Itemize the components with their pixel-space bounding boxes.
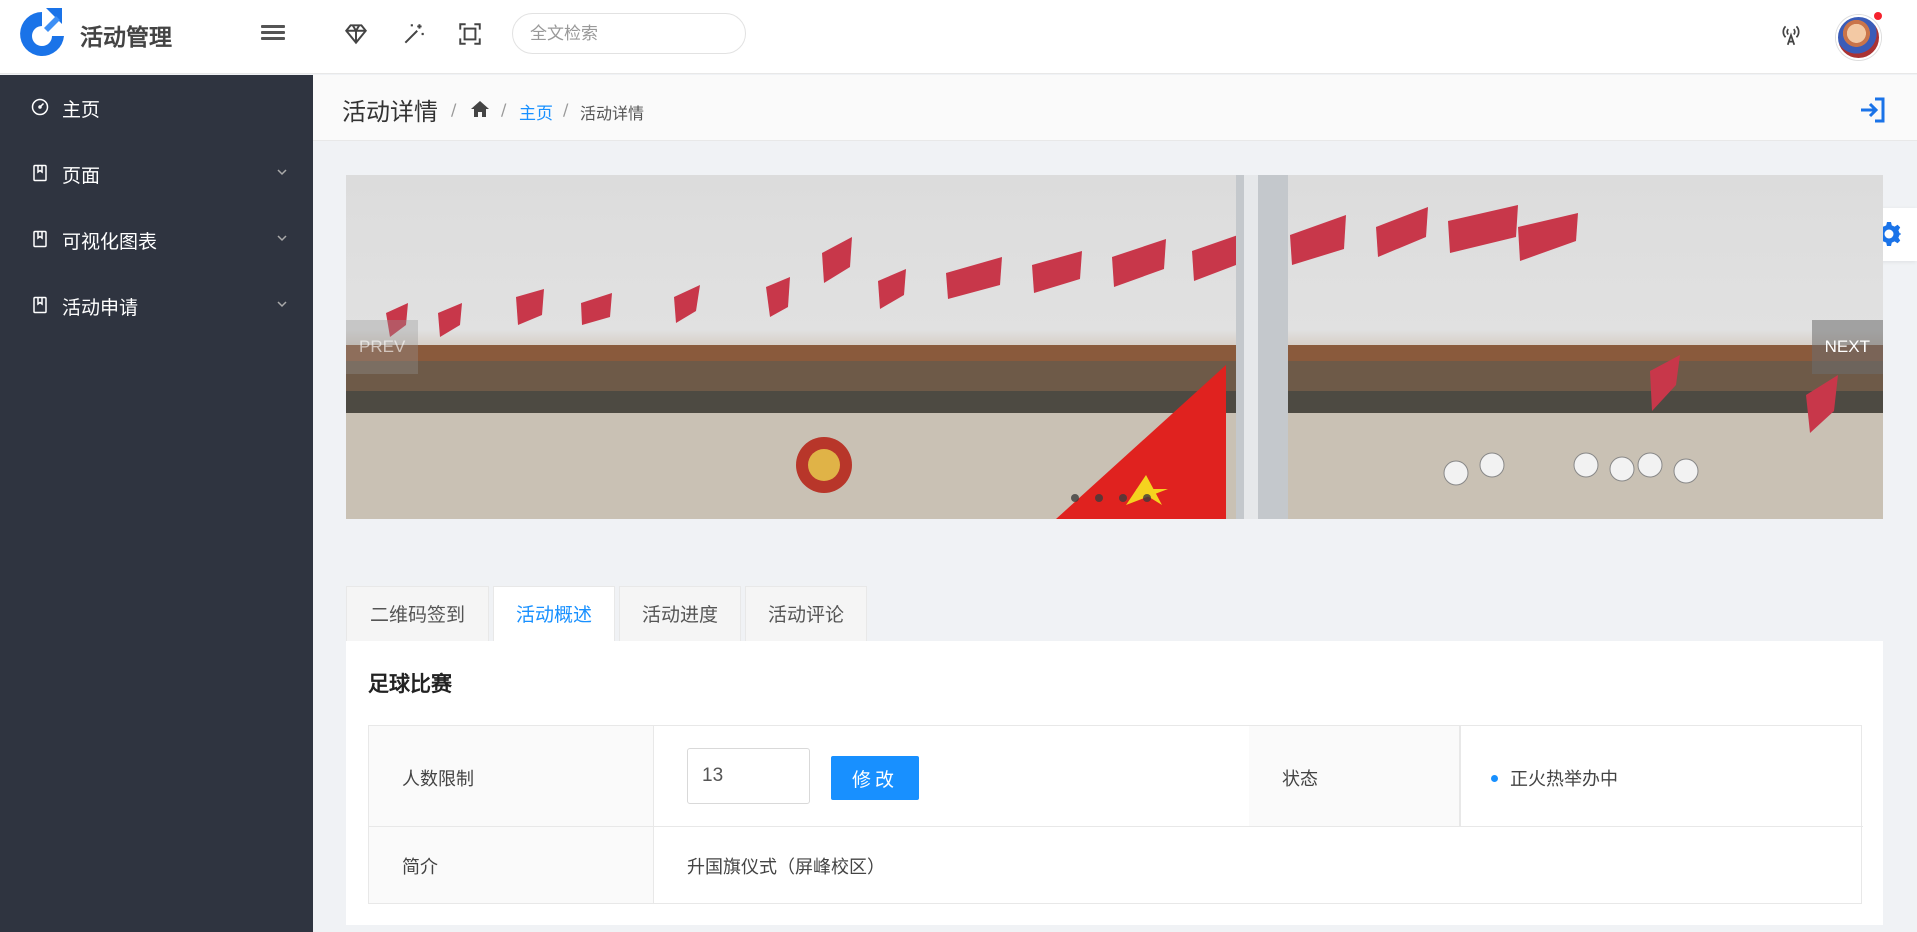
carousel-dot[interactable] — [1143, 494, 1151, 502]
notification-badge — [1874, 12, 1882, 20]
status-indicator-dot — [1491, 775, 1498, 782]
status-label: 状态 — [1282, 769, 1318, 790]
sidebar-item-charts[interactable]: 可视化图表 — [0, 207, 313, 273]
sidebar-item-label: 可视化图表 — [62, 231, 158, 253]
book-icon — [33, 230, 47, 248]
tab-comments[interactable]: 活动评论 — [745, 586, 867, 642]
broadcast-icon[interactable] — [1778, 21, 1804, 47]
breadcrumb-separator: / — [451, 100, 457, 119]
image-carousel: PREV NEXT — [346, 175, 1883, 519]
modify-button[interactable]: 修改 — [831, 756, 919, 800]
breadcrumb-home-link[interactable]: 主页 — [519, 99, 553, 124]
book-icon — [33, 164, 47, 182]
tab-progress[interactable]: 活动进度 — [619, 586, 741, 642]
app-logo-icon — [20, 8, 64, 56]
chevron-down-icon — [277, 235, 287, 242]
breadcrumb-separator: / — [563, 100, 569, 119]
column-divider — [1460, 726, 1461, 826]
top-header: 活动管理 — [0, 0, 1917, 74]
fullscreen-icon[interactable] — [457, 21, 483, 47]
breadcrumb: 活动详情 / / 主页 / 活动详情 — [313, 75, 1917, 141]
user-avatar[interactable] — [1836, 15, 1881, 60]
sign-in-icon[interactable] — [1858, 95, 1888, 125]
limit-input[interactable] — [687, 748, 810, 804]
carousel-indicators — [1071, 487, 1167, 506]
limit-label: 人数限制 — [402, 769, 474, 790]
label-column-bg — [1249, 726, 1460, 826]
sidebar: 主页 页面 可视化图表 活动申请 — [0, 75, 313, 932]
chevron-down-icon — [277, 169, 287, 176]
sidebar-item-pages[interactable]: 页面 — [0, 141, 313, 207]
intro-value: 升国旗仪式（屏峰校区） — [687, 857, 885, 878]
carousel-prev-button[interactable]: PREV — [346, 320, 419, 374]
carousel-dot[interactable] — [1095, 494, 1103, 502]
sidebar-item-home[interactable]: 主页 — [0, 75, 313, 141]
home-icon[interactable] — [470, 99, 490, 119]
page-title: 活动详情 — [342, 98, 438, 126]
activity-overview-panel: 足球比赛 人数限制 修改 状态 正火热举办中 简介 升国旗仪式（屏峰校区） — [346, 641, 1883, 925]
carousel-dot[interactable] — [1119, 494, 1127, 502]
gem-icon[interactable] — [343, 21, 369, 47]
tab-qrcode-signin[interactable]: 二维码签到 — [346, 586, 489, 642]
sidebar-item-label: 主页 — [62, 99, 101, 121]
breadcrumb-separator: / — [501, 100, 507, 119]
tab-overview[interactable]: 活动概述 — [493, 586, 615, 643]
chevron-down-icon — [277, 301, 287, 308]
activity-details-table: 人数限制 修改 状态 正火热举办中 简介 升国旗仪式（屏峰校区） — [368, 725, 1863, 904]
intro-label: 简介 — [402, 857, 438, 878]
sidebar-item-activity-apply[interactable]: 活动申请 — [0, 273, 313, 339]
sidebar-item-label: 活动申请 — [62, 297, 139, 319]
search-input[interactable] — [512, 13, 746, 54]
menu-toggle-icon[interactable] — [261, 22, 285, 46]
carousel-next-button[interactable]: NEXT — [1811, 320, 1883, 374]
carousel-dot[interactable] — [1071, 494, 1079, 502]
row-divider — [369, 826, 1863, 827]
book-icon — [33, 296, 47, 314]
sidebar-item-label: 页面 — [62, 165, 101, 187]
activity-name: 足球比赛 — [368, 672, 452, 696]
breadcrumb-current: 活动详情 — [580, 104, 645, 123]
status-value: 正火热举办中 — [1510, 769, 1618, 790]
magic-wand-icon[interactable] — [401, 21, 427, 47]
carousel-slide-image — [346, 175, 1883, 519]
dashboard-icon — [31, 98, 49, 116]
app-title: 活动管理 — [80, 25, 172, 51]
